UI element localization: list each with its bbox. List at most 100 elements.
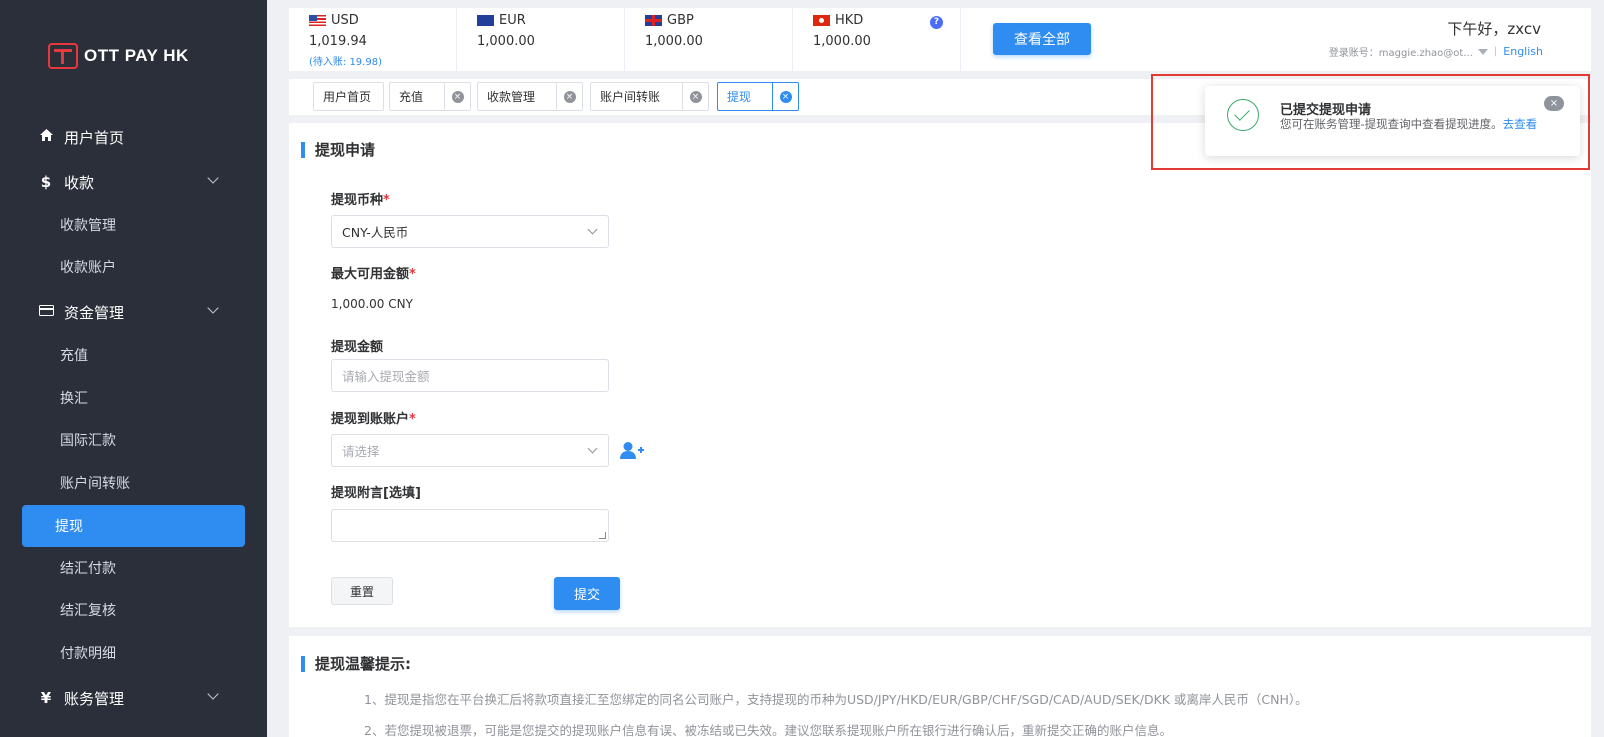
- currency-code: HKD: [835, 13, 864, 28]
- chevron-down-icon: [587, 224, 598, 235]
- required-mark: *: [409, 412, 416, 427]
- tip-line: 1、提现是指您在平台换汇后将款项直接汇至您绑定的同名公司账户，支持提现的币种为U…: [364, 692, 1308, 707]
- required-mark: *: [409, 267, 416, 282]
- home-icon: [38, 129, 54, 145]
- caret-down-icon[interactable]: [1477, 48, 1488, 55]
- tab-close-button[interactable]: ×: [682, 83, 708, 110]
- sidebar-item-label: 账户间转账: [60, 476, 130, 492]
- us-flag-icon: [309, 15, 326, 26]
- help-icon[interactable]: ?: [930, 16, 943, 29]
- eu-flag-icon: [477, 15, 494, 26]
- account-info: 登录账号：maggie.zhao@ot... | English: [1329, 44, 1543, 59]
- sidebar-item-label: 结汇付款: [60, 561, 116, 577]
- max-amount-value: 1,000.00 CNY: [331, 297, 413, 311]
- tips-card: 提现温馨提示: 1、提现是指您在平台换汇后将款项直接汇至您绑定的同名公司账户，支…: [289, 636, 1591, 737]
- tab-close-button[interactable]: ×: [772, 83, 798, 110]
- tab-label: 充值: [399, 90, 424, 104]
- account-select-placeholder: 请选择: [342, 444, 380, 459]
- chevron-down-icon: [207, 302, 219, 314]
- close-icon: ×: [451, 90, 464, 103]
- max-amount-label: 最大可用金额*: [331, 267, 416, 282]
- currency-code: USD: [331, 13, 359, 28]
- sidebar-item-collection[interactable]: $ 收款: [0, 162, 267, 202]
- language-switch[interactable]: English: [1503, 45, 1543, 58]
- card-icon: [38, 304, 54, 320]
- divider: |: [1493, 46, 1498, 57]
- sidebar-item-exchange[interactable]: 换汇: [0, 378, 267, 418]
- tab-label: 提现: [727, 90, 752, 104]
- required-mark: *: [383, 193, 390, 208]
- add-account-icon[interactable]: [619, 441, 645, 461]
- tip-line: 2、若您提现被退票，可能是您提交的提现账户信息有误、被冻结或已失效。建议您联系提…: [364, 723, 1172, 737]
- currency-select[interactable]: CNY-人民币: [331, 215, 609, 248]
- withdrawal-form-card: 提现申请 提现币种* CNY-人民币 最大可用金额* 1,000.00 CNY …: [289, 123, 1591, 627]
- close-icon: ×: [563, 90, 576, 103]
- sidebar-item-withdrawal[interactable]: 提现: [22, 505, 245, 547]
- chevron-down-icon: [207, 172, 219, 184]
- tab-deposit[interactable]: 充值 ×: [389, 82, 471, 111]
- chevron-down-icon: [587, 443, 598, 454]
- view-link[interactable]: 去查看: [1503, 117, 1538, 131]
- success-notification: 已提交提现申请 您可在账务管理-提现查询中查看提现进度。去查看 ×: [1205, 86, 1580, 156]
- sidebar-item-label: 收款: [64, 173, 95, 192]
- currency-amount: 1,000.00: [813, 34, 871, 49]
- sidebar-item-fund-management[interactable]: 资金管理: [0, 292, 267, 332]
- tab-withdrawal[interactable]: 提现 ×: [717, 82, 799, 111]
- balance-gbp[interactable]: GBP 1,000.00: [625, 8, 793, 71]
- tab-close-button[interactable]: ×: [556, 83, 582, 110]
- logo-icon: [48, 43, 78, 69]
- tab-close-button[interactable]: ×: [444, 83, 470, 110]
- submit-button[interactable]: 提交: [554, 577, 620, 610]
- amount-label: 提现金额: [331, 340, 384, 355]
- yen-icon: ¥: [40, 689, 52, 707]
- sidebar-item-accounting[interactable]: ¥ 账务管理: [0, 678, 267, 718]
- amount-input[interactable]: 请输入提现金额: [331, 359, 609, 392]
- sidebar-item-collection-accounts[interactable]: 收款账户: [0, 247, 267, 287]
- greeting: 下午好，zxcv: [1447, 20, 1541, 38]
- tab-label: 收款管理: [487, 90, 536, 104]
- sidebar-item-settlement-payment[interactable]: 结汇付款: [0, 548, 267, 588]
- sidebar-item-collection-management[interactable]: 收款管理: [0, 205, 267, 245]
- tab-home[interactable]: 用户首页: [313, 82, 384, 111]
- tab-collection-management[interactable]: 收款管理 ×: [477, 82, 583, 111]
- close-icon: ×: [689, 90, 702, 103]
- currency-code: GBP: [667, 13, 694, 28]
- page-title: 提现申请: [301, 142, 375, 158]
- sidebar-item-label: 收款管理: [60, 218, 116, 234]
- sidebar-item-settlement-review[interactable]: 结汇复核: [0, 590, 267, 630]
- login-account[interactable]: 登录账号：maggie.zhao@ot...: [1329, 44, 1473, 59]
- tab-account-transfer[interactable]: 账户间转账 ×: [590, 82, 709, 111]
- note-textarea[interactable]: [331, 509, 609, 542]
- close-icon[interactable]: ×: [1544, 96, 1564, 111]
- sidebar-item-label: 账务管理: [64, 689, 125, 708]
- account-select[interactable]: 请选择: [331, 434, 609, 467]
- brand-name: OTT PAY HK: [84, 46, 189, 65]
- currency-amount: 1,000.00: [645, 34, 703, 49]
- balance-usd[interactable]: USD 1,019.94 (待入账: 19.98): [289, 8, 457, 71]
- sidebar-item-home[interactable]: 用户首页: [0, 117, 267, 157]
- view-all-button[interactable]: 查看全部: [993, 23, 1091, 55]
- reset-button[interactable]: 重置: [331, 577, 393, 605]
- chevron-down-icon: [207, 688, 219, 700]
- sidebar-item-international-remittance[interactable]: 国际汇款: [0, 420, 267, 460]
- sidebar-item-label: 用户首页: [64, 128, 125, 147]
- sidebar-item-account-transfer[interactable]: 账户间转账: [0, 463, 267, 503]
- sidebar-item-label: 付款明细: [60, 646, 116, 662]
- sidebar: OTT PAY HK 用户首页 $ 收款 收款管理 收款账户 资金管理 充值 换…: [0, 0, 267, 737]
- currency-select-value: CNY-人民币: [342, 225, 409, 240]
- currency-code: EUR: [499, 13, 526, 28]
- balance-eur[interactable]: EUR 1,000.00: [457, 8, 625, 71]
- sidebar-item-label: 换汇: [60, 391, 88, 407]
- tab-label: 用户首页: [323, 90, 372, 104]
- sidebar-item-label: 资金管理: [64, 303, 125, 322]
- sidebar-item-deposit[interactable]: 充值: [0, 335, 267, 375]
- close-icon: ×: [779, 90, 792, 103]
- brand-logo[interactable]: OTT PAY HK: [48, 43, 189, 69]
- balance-header: USD 1,019.94 (待入账: 19.98) EUR 1,000.00 G…: [289, 8, 1591, 71]
- sidebar-item-label: 国际汇款: [60, 433, 116, 449]
- dollar-icon: $: [40, 173, 52, 191]
- hk-flag-icon: [813, 15, 830, 26]
- account-label: 提现到账账户*: [331, 412, 416, 427]
- sidebar-item-payment-details[interactable]: 付款明细: [0, 633, 267, 673]
- amount-placeholder: 请输入提现金额: [342, 369, 430, 384]
